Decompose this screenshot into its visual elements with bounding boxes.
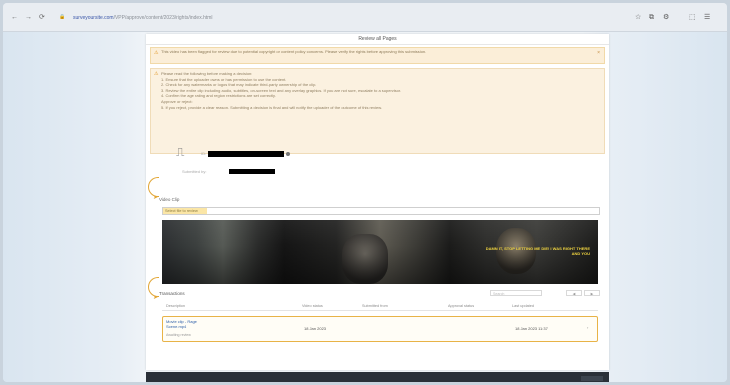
table-prev-button[interactable]: ◀ [566,290,582,296]
arrow-head-icon: ➤ [153,195,159,201]
table-next-button[interactable]: ▶ [584,290,600,296]
table-title: Transactions [159,291,185,296]
column-header[interactable]: Video status [302,302,323,310]
user-icon: ⎍ [176,145,185,159]
extension-icon[interactable]: ⬚ [689,14,696,21]
arrow-head-icon: ➤ [153,295,159,301]
settings-icon[interactable]: ⚙ [663,14,669,21]
user-id-label: ID: [201,151,207,156]
redacted-name [208,151,284,157]
submitted-by-label: Submitted by: [182,169,207,174]
forward-button[interactable]: → [25,14,32,21]
video-subtitle: DAMN IT, STOP LETTING ME DIE! I WAS RIGH… [485,246,590,256]
row-subline: Awaiting review [166,333,191,337]
column-header[interactable]: Description [166,302,185,310]
info-panel: ⚠ Please read the following before makin… [150,68,605,154]
star-icon[interactable]: ☆ [635,14,641,21]
tabs-icon[interactable]: ⧉ [649,14,654,21]
warning-icon: ⚠ [154,50,159,56]
browser-window: ← → ⟳ 🔒 surveyoursite.com/VPP/approve/co… [3,3,727,382]
url-path: /VPP/approve/content/2023/rights/index.h… [113,15,213,21]
video-section-label: Video Clip [159,197,180,202]
modal-title: Review all Pages [146,34,609,45]
footer-button[interactable] [581,376,603,381]
url-host: surveyoursite.com [73,15,114,21]
back-button[interactable]: ← [11,14,18,21]
column-header[interactable]: Approval status [448,302,474,310]
redacted-submitter [229,169,275,174]
row-title-2[interactable]: Scene.mp4 [166,324,186,329]
video-select-tag: Select file to review [163,208,207,214]
table-search-input[interactable]: Search [490,290,542,296]
column-header[interactable]: Submitted from [362,302,388,310]
footer-bar [146,372,609,382]
verified-dot [286,152,290,156]
info-warning-icon: ⚠ [154,71,159,77]
row-date: 18 Jan 2023 11:37 [515,326,548,331]
review-modal: Review all Pages ⚠ This video has been f… [146,34,609,370]
address-bar[interactable]: surveyoursite.com/VPP/approve/content/20… [73,14,283,23]
table-row[interactable]: Movie clip - Rage Scene.mp4 Awaiting rev… [162,316,598,342]
column-header[interactable]: Last updated [512,302,534,310]
alert-text: This video has been flagged for review d… [161,49,427,54]
table-header: Description Video status Submitted from … [162,302,598,311]
chevron-right-icon[interactable]: › [587,325,588,330]
reload-button[interactable]: ⟳ [39,14,45,21]
video-player[interactable]: DAMN IT, STOP LETTING ME DIE! I WAS RIGH… [162,220,598,284]
lock-icon: 🔒 [59,14,66,20]
info-line: 5. If you reject, provide a clear reason… [161,104,383,110]
row-status: 18 Jan 2023 [304,326,327,331]
video-select-field[interactable]: Select file to review [162,207,600,215]
close-icon[interactable]: × [597,50,600,56]
alert-banner: ⚠ This video has been flagged for review… [150,47,605,64]
menu-icon[interactable]: ☰ [704,14,710,21]
browser-toolbar: ← → ⟳ 🔒 surveyoursite.com/VPP/approve/co… [3,3,727,32]
